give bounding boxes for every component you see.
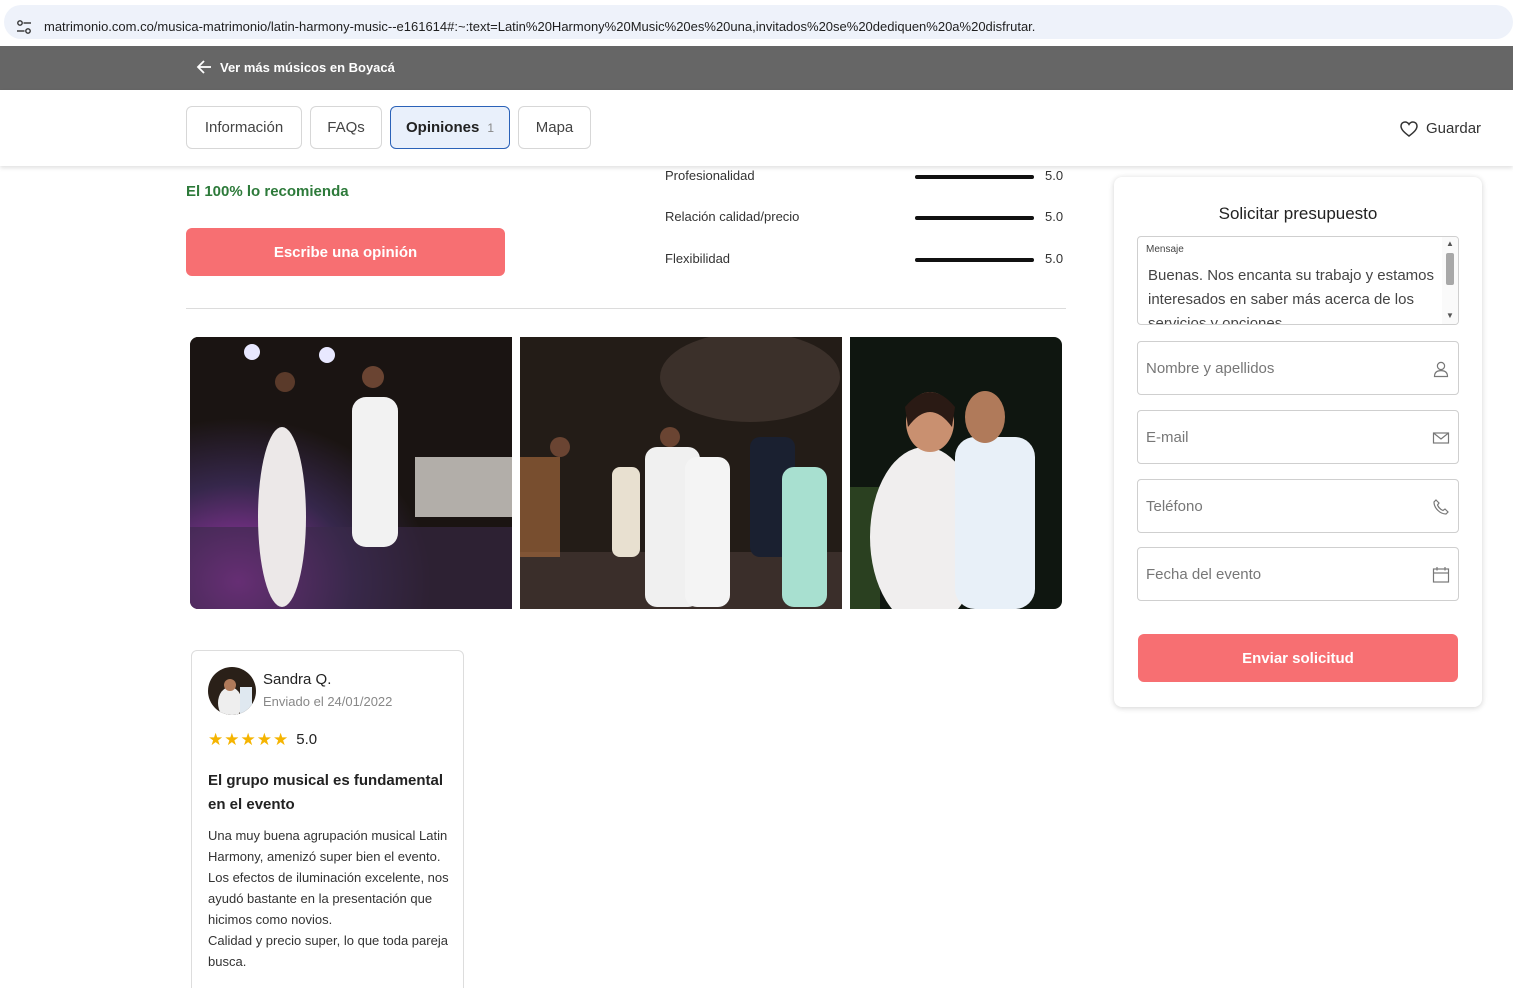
site-settings-icon[interactable] [16,19,32,35]
user-icon [1433,361,1449,378]
rating-row-flexibilidad: Flexibilidad 5.0 [665,251,1065,271]
rating-label: Flexibilidad [665,251,731,266]
back-link[interactable]: Ver más músicos en Boyacá [196,59,395,75]
phone-icon [1433,499,1449,515]
avatar [208,667,256,715]
message-text: Buenas. Nos encanta su trabajo y estamos… [1148,267,1434,325]
rating-label: Relación calidad/precio [665,209,800,224]
scroll-up-icon[interactable]: ▲ [1446,239,1454,248]
review-body: Una muy buena agrupación musical Latin H… [208,825,453,972]
gallery-photo-1[interactable] [190,337,512,609]
tab-mapa[interactable]: Mapa [518,106,591,149]
review-paragraph: Calidad y precio super, lo que toda pare… [208,933,448,969]
section-tabs-bar: Información FAQs Opiniones 1 Mapa Guarda… [0,90,1513,166]
envelope-icon [1432,432,1450,444]
rating-bar [915,258,1034,262]
star-icon: ★ [208,730,224,749]
phone-input[interactable] [1146,480,1416,532]
rating-value: 5.0 [1045,168,1064,183]
name-field[interactable] [1137,341,1459,395]
back-link-label: Ver más músicos en Boyacá [220,59,395,75]
save-button[interactable]: Guardar [1400,120,1481,137]
scroll-down-icon[interactable]: ▼ [1446,311,1454,320]
star-icon: ★ [256,730,272,749]
review-paragraph: Una muy buena agrupación musical Latin H… [208,828,448,864]
save-label: Guardar [1426,120,1482,137]
rating-value: 5.0 [1045,251,1064,266]
section-divider [186,308,1066,309]
tab-label: Mapa [535,119,574,136]
form-title: Solicitar presupuesto [1218,204,1378,223]
event-date-field[interactable] [1137,547,1459,601]
rating-row-profesionalidad: Profesionalidad 5.0 [665,168,1065,188]
rating-label: Profesionalidad [665,168,755,183]
quote-request-form: Solicitar presupuesto Mensaje Buenas. No… [1114,177,1482,707]
name-input[interactable] [1146,342,1416,394]
tab-label: Información [204,119,284,136]
review-score: 5.0 [296,731,318,748]
rating-value: 5.0 [1045,209,1064,224]
url-text: matrimonio.com.co/musica-matrimonio/lati… [44,19,1036,34]
tab-label: FAQs [327,119,365,136]
message-label: Mensaje [1146,244,1184,255]
recommend-percentage: El 100% lo recomienda [186,183,349,200]
email-input[interactable] [1146,411,1416,463]
review-author: Sandra Q. [263,671,332,688]
write-review-button[interactable]: Escribe una opinión [186,228,505,276]
rating-bar [915,216,1034,220]
tab-faqs[interactable]: FAQs [310,106,382,149]
tab-opiniones[interactable]: Opiniones 1 [390,106,510,149]
calendar-icon [1432,567,1450,583]
tab-informacion[interactable]: Información [186,106,302,149]
review-stars: ★ ★ ★ ★ ★ 5.0 [208,731,317,748]
event-date-input[interactable] [1146,548,1416,600]
back-bar: Ver más músicos en Boyacá [0,46,1513,90]
tab-count-badge: 1 [487,120,495,135]
message-scrollbar[interactable]: ▲ ▼ [1442,237,1458,324]
phone-field[interactable] [1137,479,1459,533]
review-date: Enviado el 24/01/2022 [263,694,393,709]
arrow-left-icon [196,60,211,74]
rating-bar [915,175,1034,179]
rating-bar-fill [915,175,1034,179]
email-field[interactable] [1137,410,1459,464]
scrollbar-thumb[interactable] [1446,253,1454,285]
star-icon: ★ [273,730,289,749]
address-field[interactable]: matrimonio.com.co/musica-matrimonio/lati… [4,5,1513,39]
review-card: Sandra Q. Enviado el 24/01/2022 ★ ★ ★ ★ … [191,650,464,988]
star-icon: ★ [224,730,240,749]
send-request-button[interactable]: Enviar solicitud [1138,634,1458,682]
star-icon: ★ [240,730,256,749]
review-paragraph: Los efectos de iluminación excelente, no… [208,870,449,927]
rating-bar-fill [915,216,1034,220]
message-textarea[interactable]: Mensaje Buenas. Nos encanta su trabajo y… [1137,236,1459,325]
rating-bar-fill [915,258,1034,262]
tab-label: Opiniones [405,119,480,136]
review-title: El grupo musical es fundamental en el ev… [208,772,444,813]
browser-url-bar: matrimonio.com.co/musica-matrimonio/lati… [0,0,1513,46]
rating-row-calidad-precio: Relación calidad/precio 5.0 [665,209,1065,229]
gallery-photo-3[interactable] [850,337,1062,609]
heart-icon [1400,120,1418,137]
gallery-photo-2[interactable] [520,337,842,609]
